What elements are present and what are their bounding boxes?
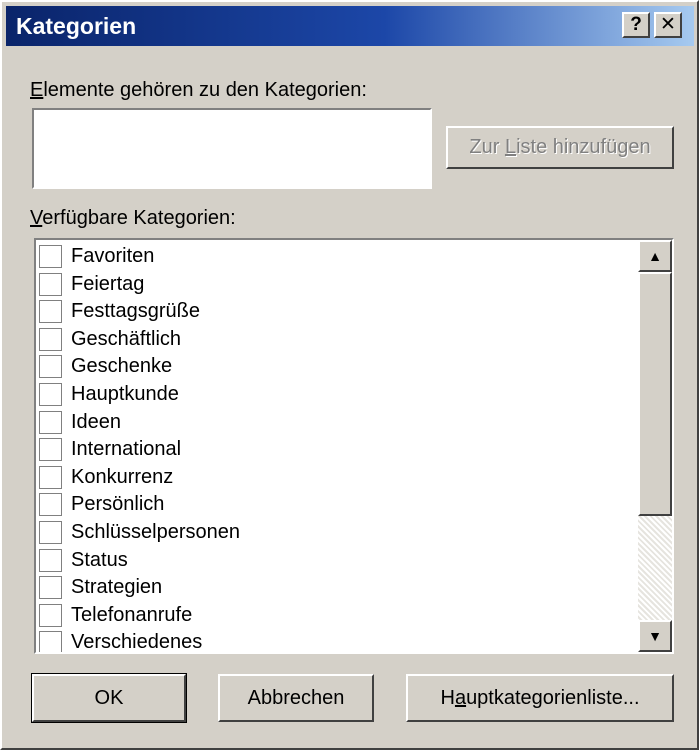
vertical-scrollbar[interactable]: ▲ ▼ <box>638 240 672 652</box>
category-item[interactable]: Konkurrenz <box>36 463 636 491</box>
category-label: Strategien <box>71 576 163 599</box>
category-checkbox[interactable] <box>39 603 62 627</box>
category-checkbox[interactable] <box>39 493 62 517</box>
category-label: Konkurrenz <box>71 465 174 488</box>
master-category-list-button[interactable]: Hauptkategorienliste... <box>406 674 674 722</box>
category-checkbox[interactable] <box>39 438 62 462</box>
category-label: International <box>71 438 182 461</box>
category-checkbox[interactable] <box>39 465 62 489</box>
category-label: Geschäftlich <box>71 327 182 350</box>
category-label: Ideen <box>71 410 122 433</box>
category-item[interactable]: Schlüsselpersonen <box>36 518 636 546</box>
category-checkbox[interactable] <box>39 631 62 652</box>
category-label: Favoriten <box>71 245 155 267</box>
category-item[interactable]: Feiertag <box>36 270 636 298</box>
category-checkbox[interactable] <box>39 327 62 351</box>
category-item[interactable]: Verschiedenes <box>36 628 636 654</box>
category-checkbox[interactable] <box>39 548 62 572</box>
category-item[interactable]: Status <box>36 546 636 574</box>
add-to-list-button[interactable]: Zur Liste hinzufügen <box>446 126 674 169</box>
category-checkbox[interactable] <box>39 355 62 379</box>
scroll-down-button[interactable]: ▼ <box>638 620 672 652</box>
scroll-up-button[interactable]: ▲ <box>638 240 672 272</box>
category-checkbox[interactable] <box>39 576 62 600</box>
ok-button[interactable]: OK <box>31 673 187 723</box>
category-label: Geschenke <box>71 355 173 378</box>
question-mark-icon: ? <box>630 14 642 35</box>
scroll-thumb[interactable] <box>638 272 672 516</box>
available-categories-label: Verfügbare Kategorien: <box>30 207 236 229</box>
cancel-button[interactable]: Abbrechen <box>218 674 374 722</box>
category-item[interactable]: Strategien <box>36 573 636 601</box>
category-checkbox[interactable] <box>39 272 62 296</box>
title-bar[interactable]: Kategorien ? ✕ <box>6 6 694 46</box>
arrow-down-icon: ▼ <box>648 628 662 644</box>
assigned-categories-field[interactable] <box>32 108 432 189</box>
category-item[interactable]: Telefonanrufe <box>36 601 636 629</box>
category-label: Schlüsselpersonen <box>71 520 240 543</box>
category-item[interactable]: Geschäftlich <box>36 325 636 353</box>
close-button[interactable]: ✕ <box>654 12 682 38</box>
category-label: Feiertag <box>71 272 145 295</box>
category-items: Favoriten Feiertag Festtagsgrüße Geschäftli… <box>36 242 636 654</box>
category-item[interactable]: Festtagsgrüße <box>36 297 636 325</box>
category-label: Verschiedenes <box>71 631 203 654</box>
category-checkbox[interactable] <box>39 520 62 544</box>
categories-dialog: Kategorien ? ✕ Elemente gehören zu den K… <box>0 0 699 750</box>
category-item[interactable]: Ideen <box>36 408 636 436</box>
category-checkbox[interactable] <box>39 382 62 406</box>
category-label: Persönlich <box>71 493 165 516</box>
category-item[interactable]: International <box>36 435 636 463</box>
category-label: Status <box>71 548 128 571</box>
help-button[interactable]: ? <box>622 12 650 38</box>
category-checkbox[interactable] <box>39 300 62 324</box>
category-item[interactable]: Geschenke <box>36 352 636 380</box>
category-item[interactable]: Persönlich <box>36 490 636 518</box>
assigned-categories-label: Elemente gehören zu den Kategorien: <box>30 79 367 101</box>
category-label: Festtagsgrüße <box>71 300 200 323</box>
close-icon: ✕ <box>660 14 676 35</box>
category-item[interactable]: Favoriten <box>36 242 636 270</box>
category-label: Telefonanrufe <box>71 603 193 626</box>
category-label: Hauptkunde <box>71 382 179 405</box>
dialog-title: Kategorien <box>16 13 137 39</box>
category-checkbox[interactable] <box>39 245 62 268</box>
available-categories-list[interactable]: Favoriten Feiertag Festtagsgrüße Geschäftli… <box>34 238 674 654</box>
category-checkbox[interactable] <box>39 410 62 434</box>
arrow-up-icon: ▲ <box>648 248 662 264</box>
category-item[interactable]: Hauptkunde <box>36 380 636 408</box>
